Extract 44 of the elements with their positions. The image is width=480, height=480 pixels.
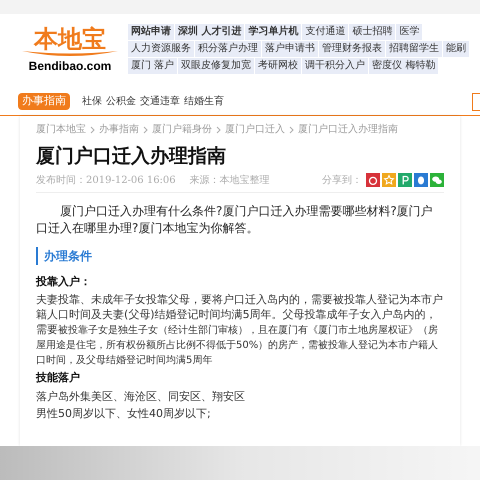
article-source: 来源：本地宝整理 bbox=[190, 174, 270, 188]
logo-domain: Bendibao.com bbox=[28, 60, 112, 72]
nav-link[interactable]: 密度仪 梅特勒 bbox=[369, 58, 438, 74]
star-share-icon[interactable] bbox=[382, 173, 396, 188]
nav-link[interactable]: 硕士招聘 bbox=[349, 24, 396, 40]
channel-link[interactable]: 结婚生育 bbox=[184, 94, 224, 109]
nav-link[interactable]: 医学 bbox=[396, 24, 422, 40]
qq-share-icon[interactable] bbox=[414, 173, 428, 188]
channel-link[interactable]: 公积金 bbox=[106, 94, 136, 109]
nav-link[interactable]: 考研网校 bbox=[255, 58, 302, 74]
chevron-icon bbox=[143, 124, 148, 134]
intro-paragraph: 厦门户口迁入办理有什么条件?厦门户口迁入办理需要哪些材料?厦门户口迁入在哪里办理?厦门本地宝为你解答。 bbox=[36, 202, 434, 237]
nav-link[interactable]: 网站申请 bbox=[128, 24, 174, 40]
share-label: 分享到： bbox=[322, 174, 362, 188]
chevron-icon bbox=[216, 124, 221, 134]
weibo-share-icon[interactable] bbox=[366, 173, 380, 188]
p-share-icon[interactable] bbox=[398, 173, 412, 188]
nav-link[interactable]: 积分落户办理 bbox=[195, 41, 261, 57]
nav-link[interactable]: 能刷 bbox=[443, 41, 469, 57]
nav-link[interactable]: 落户申请书 bbox=[262, 41, 318, 57]
publish-time: 发布时间：2019-12-06 16:06 bbox=[36, 174, 176, 188]
wechat-share-icon[interactable] bbox=[430, 173, 444, 188]
logo-name: 本地宝 bbox=[34, 26, 106, 50]
nav-link[interactable]: 招聘留学生 bbox=[386, 41, 442, 57]
condition-paragraph: 夫妻投靠、未成年子女投靠父母，要将户口迁入岛内的，需要被投靠人登记为本市户籍人口时间及夫妻(父母)结婚登记时间均满5周年。父母投靠成年子女入户岛内的，需要被投靠子女是独生子女（经计生部门审核），且在厦门有《厦门市土地房屋权证》（房屋用途是住宅，所有权份额所占比例不得低于50%）的房产，需被投靠人登记为本市户籍人口时间，及父母结婚登记时间均满5周年 bbox=[36, 292, 444, 368]
channel-link[interactable]: 社保 bbox=[82, 94, 102, 109]
section-heading: 办理条件 bbox=[36, 246, 444, 265]
article-title: 厦门户口迁入办理指南 bbox=[36, 145, 227, 169]
nav-link[interactable]: 厦门 落户 bbox=[128, 58, 178, 74]
search-field[interactable] bbox=[472, 92, 480, 110]
nav-link[interactable]: 支付通道 bbox=[302, 24, 348, 40]
channel-link[interactable]: 交通违章 bbox=[140, 94, 180, 109]
nav-link[interactable]: 管理财务报表 bbox=[319, 41, 385, 57]
nav-link[interactable]: 深圳 人才引进 bbox=[175, 24, 244, 40]
nav-link[interactable]: 双眼皮修复加宽 bbox=[178, 58, 254, 74]
nav-link[interactable]: 人力资源服务 bbox=[128, 41, 194, 57]
condition-heading: 技能落户 bbox=[36, 370, 81, 386]
condition-heading: 投靠入户： bbox=[36, 274, 92, 290]
nav-link[interactable]: 调干积分入户 bbox=[302, 58, 368, 74]
condition-paragraph: 落户岛外集美区、海沧区、同安区、翔安区 bbox=[36, 388, 246, 404]
chevron-icon bbox=[289, 124, 294, 134]
condition-paragraph: 男性50周岁以下、女性40周岁以下; bbox=[36, 406, 212, 421]
nav-link[interactable]: 学习单片机 bbox=[245, 24, 302, 40]
chevron-icon bbox=[90, 124, 95, 134]
